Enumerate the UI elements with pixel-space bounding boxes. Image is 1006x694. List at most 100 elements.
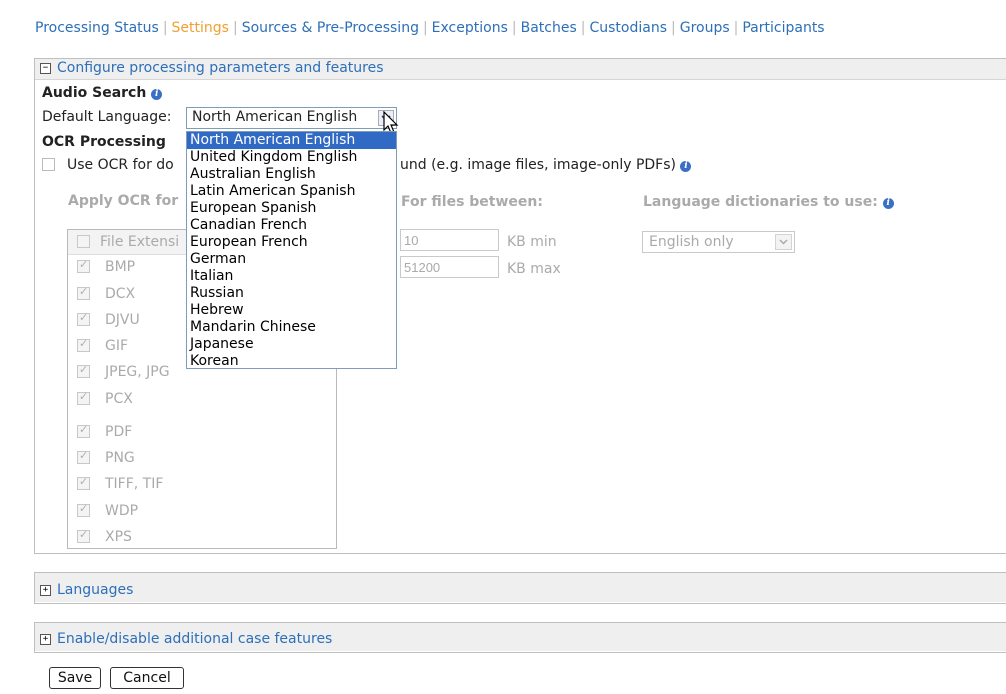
checkmark-icon: ✓ <box>79 423 89 436</box>
nav-groups[interactable]: Groups <box>680 20 730 36</box>
file-type-label: PDF <box>105 424 133 440</box>
features-section-title[interactable]: Enable/disable additional case features <box>57 631 332 647</box>
file-type-checkbox[interactable]: ✓ <box>77 258 90 273</box>
checkmark-icon: ✓ <box>79 502 89 515</box>
language-option[interactable]: European Spanish <box>187 200 396 217</box>
language-option[interactable]: Canadian French <box>187 217 396 234</box>
features-section-header[interactable]: + Enable/disable additional case feature… <box>35 623 1006 651</box>
file-type-checkbox[interactable]: ✓ <box>77 311 90 326</box>
nav-separator: | <box>232 20 238 36</box>
checkmark-icon: ✓ <box>79 390 89 403</box>
min-size-unit: KB min <box>507 234 557 250</box>
info-icon[interactable]: i <box>151 89 163 100</box>
collapse-icon[interactable]: − <box>40 63 51 74</box>
configure-section-header[interactable]: − Configure processing parameters and fe… <box>35 59 1006 80</box>
use-ocr-checkbox[interactable] <box>42 158 55 171</box>
default-language-label: Default Language: <box>42 109 172 125</box>
languages-section-title[interactable]: Languages <box>57 582 133 598</box>
file-type-label: BMP <box>105 259 136 275</box>
expand-icon[interactable]: + <box>40 585 51 596</box>
nav-separator: | <box>422 20 428 36</box>
language-dropdown-list: North American English United Kingdom Eng… <box>186 131 397 369</box>
default-language-select[interactable]: North American English <box>186 107 397 129</box>
file-type-label: TIFF, TIF <box>105 476 164 492</box>
file-type-checkbox[interactable]: ✓ <box>77 502 90 517</box>
nav-separator: | <box>733 20 739 36</box>
checkmark-icon: ✓ <box>79 311 89 324</box>
language-option[interactable]: Italian <box>187 268 396 285</box>
nav-settings[interactable]: Settings <box>172 20 229 36</box>
nav-participants[interactable]: Participants <box>742 20 824 36</box>
checkmark-icon: ✓ <box>79 285 89 298</box>
file-type-checkbox[interactable]: ✓ <box>77 528 90 543</box>
nav-separator: | <box>671 20 676 36</box>
max-size-input[interactable] <box>400 256 499 278</box>
top-nav: Processing Status | Settings | Sources & Pre… <box>35 20 825 36</box>
checkmark-icon: ✓ <box>79 363 89 376</box>
info-icon[interactable]: i <box>882 198 894 209</box>
checkmark-icon: ✓ <box>79 449 89 462</box>
checkmark-icon: ✓ <box>79 475 89 488</box>
language-option[interactable]: Japanese <box>187 336 396 353</box>
info-icon[interactable]: i <box>680 161 692 172</box>
min-size-input[interactable] <box>400 229 499 251</box>
checkmark-icon: ✓ <box>79 258 89 271</box>
save-button[interactable]: Save <box>49 667 101 689</box>
language-option[interactable]: Russian <box>187 285 396 302</box>
expand-icon[interactable]: + <box>40 634 51 645</box>
file-type-checkbox[interactable]: ✓ <box>77 475 90 490</box>
language-option[interactable]: Korean <box>187 353 396 370</box>
language-option[interactable]: United Kingdom English <box>187 149 396 166</box>
nav-exceptions[interactable]: Exceptions <box>432 20 508 36</box>
file-type-checkbox[interactable]: ✓ <box>77 285 90 300</box>
language-option[interactable]: Hebrew <box>187 302 396 319</box>
nav-processing-status[interactable]: Processing Status <box>35 20 159 36</box>
file-type-row: ✓ PCX <box>68 388 336 410</box>
use-ocr-label-text: und (e.g. image files, image-only PDFs) <box>400 157 676 173</box>
dictionary-select[interactable]: English only <box>642 231 795 253</box>
file-type-row: ✓ PNG <box>68 447 336 469</box>
checkmark-icon: ✓ <box>79 337 89 350</box>
cancel-button[interactable]: Cancel <box>110 667 184 689</box>
ocr-processing-heading: OCR Processing <box>42 134 166 150</box>
configure-section-title[interactable]: Configure processing parameters and feat… <box>57 60 383 76</box>
select-all-checkbox[interactable] <box>77 235 90 248</box>
apply-ocr-label: Apply OCR for <box>68 193 179 209</box>
audio-search-heading: Audio Search i <box>42 85 163 101</box>
for-files-between-label: For files between: <box>401 194 543 210</box>
file-type-label: PNG <box>105 450 135 466</box>
file-type-checkbox[interactable]: ✓ <box>77 423 90 438</box>
file-type-checkbox[interactable]: ✓ <box>77 449 90 464</box>
file-extension-header: File Extensi <box>100 234 180 250</box>
nav-custodians[interactable]: Custodians <box>589 20 667 36</box>
language-option[interactable]: North American English <box>187 132 396 149</box>
file-type-row: ✓ XPS <box>68 526 336 548</box>
languages-section-header[interactable]: + Languages <box>35 573 1006 602</box>
language-option[interactable]: Mandarin Chinese <box>187 319 396 336</box>
max-size-unit: KB max <box>507 261 561 277</box>
use-ocr-label-suffix: und (e.g. image files, image-only PDFs) … <box>400 157 692 173</box>
file-type-label: XPS <box>105 529 132 545</box>
file-type-label: GIF <box>105 338 129 354</box>
features-section: + Enable/disable additional case feature… <box>34 622 1006 653</box>
use-ocr-label-prefix: Use OCR for do <box>67 157 174 173</box>
nav-batches[interactable]: Batches <box>521 20 577 36</box>
nav-separator: | <box>580 20 586 36</box>
file-type-label: JPEG, JPG <box>105 364 170 380</box>
file-type-row: ✓ TIFF, TIF <box>68 473 336 495</box>
file-type-row: ✓ PDF <box>68 421 336 443</box>
dictionary-select-value: English only <box>649 234 734 250</box>
file-type-checkbox[interactable]: ✓ <box>77 363 90 378</box>
language-dictionaries-label: Language dictionaries to use: i <box>643 194 894 210</box>
language-option[interactable]: European French <box>187 234 396 251</box>
nav-separator: | <box>162 20 168 36</box>
language-option[interactable]: Latin American Spanish <box>187 183 396 200</box>
language-option[interactable]: Australian English <box>187 166 396 183</box>
file-type-checkbox[interactable]: ✓ <box>77 337 90 352</box>
default-language-value: North American English <box>192 109 358 125</box>
file-type-checkbox[interactable]: ✓ <box>77 390 90 405</box>
dropdown-arrow-icon[interactable] <box>775 234 792 250</box>
languages-section: + Languages <box>34 572 1006 604</box>
nav-sources[interactable]: Sources & Pre-Processing <box>242 20 419 36</box>
language-option[interactable]: German <box>187 251 396 268</box>
